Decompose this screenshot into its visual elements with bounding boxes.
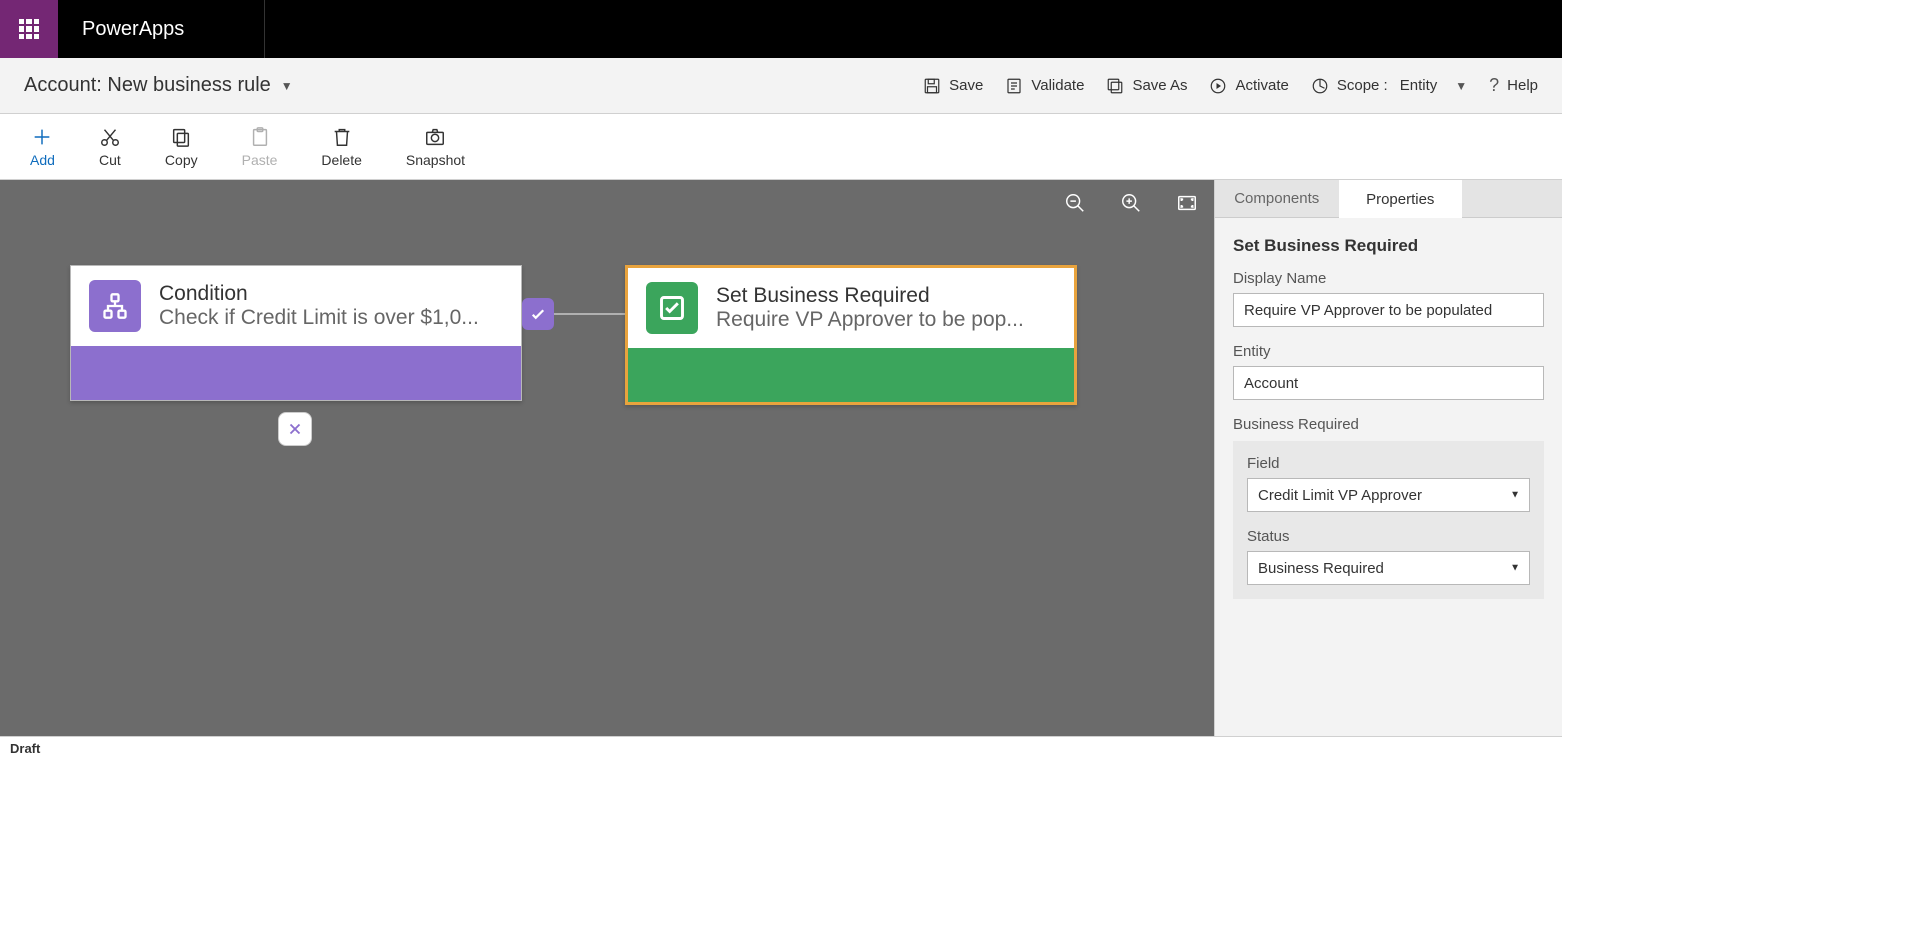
validate-button[interactable]: Validate xyxy=(1005,77,1084,95)
connector-line xyxy=(554,313,625,315)
subheader: Account: New business rule ▼ Save Valida… xyxy=(0,58,1562,114)
action-title: Set Business Required xyxy=(716,284,1024,308)
brand-label: PowerApps xyxy=(58,18,184,41)
cut-label: Cut xyxy=(99,152,121,168)
tab-components[interactable]: Components xyxy=(1215,180,1339,218)
save-as-button[interactable]: Save As xyxy=(1106,77,1187,95)
entity-input xyxy=(1233,366,1544,400)
side-tabs: Components Properties xyxy=(1215,180,1562,218)
scope-icon xyxy=(1311,77,1329,95)
condition-false-port[interactable] xyxy=(278,412,312,446)
condition-icon xyxy=(89,280,141,332)
condition-footer-bar xyxy=(71,346,521,400)
zoom-out-icon[interactable] xyxy=(1064,192,1086,214)
add-label: Add xyxy=(30,152,55,168)
properties-panel: Set Business Required Display Name Entit… xyxy=(1215,218,1562,736)
status-label: Status xyxy=(1247,528,1530,545)
condition-node[interactable]: Condition Check if Credit Limit is over … xyxy=(70,265,522,401)
design-canvas[interactable]: Condition Check if Credit Limit is over … xyxy=(0,180,1214,736)
action-node-selected[interactable]: Set Business Required Require VP Approve… xyxy=(625,265,1077,405)
status-bar: Draft xyxy=(0,736,1562,760)
canvas-toolbar xyxy=(1064,192,1198,214)
global-topbar: PowerApps xyxy=(0,0,1562,58)
condition-title: Condition xyxy=(159,282,479,306)
camera-icon xyxy=(424,126,446,148)
add-button[interactable]: Add xyxy=(30,126,55,168)
help-button[interactable]: ? Help xyxy=(1489,75,1538,96)
validate-label: Validate xyxy=(1031,77,1084,94)
scope-label: Scope : xyxy=(1337,77,1388,94)
scope-value: Entity xyxy=(1400,77,1438,94)
zoom-in-icon[interactable] xyxy=(1120,192,1142,214)
business-required-section-label: Business Required xyxy=(1233,416,1544,433)
trash-icon xyxy=(331,126,353,148)
tab-properties[interactable]: Properties xyxy=(1339,180,1463,218)
paste-label: Paste xyxy=(242,152,278,168)
copy-icon xyxy=(170,126,192,148)
help-icon: ? xyxy=(1489,75,1499,96)
fit-to-screen-icon[interactable] xyxy=(1176,192,1198,214)
snapshot-button[interactable]: Snapshot xyxy=(406,126,465,168)
status-text: Draft xyxy=(10,741,40,756)
delete-label: Delete xyxy=(321,152,361,168)
save-icon xyxy=(923,77,941,95)
chevron-down-icon: ▼ xyxy=(1455,79,1467,93)
cut-button[interactable]: Cut xyxy=(99,126,121,168)
side-panel: Components Properties Set Business Requi… xyxy=(1214,180,1562,736)
status-select[interactable] xyxy=(1247,551,1530,585)
paste-button[interactable]: Paste xyxy=(242,126,278,168)
action-footer-bar xyxy=(628,348,1074,402)
workspace: Condition Check if Credit Limit is over … xyxy=(0,180,1562,736)
validate-icon xyxy=(1005,77,1023,95)
display-name-input[interactable] xyxy=(1233,293,1544,327)
app-launcher-button[interactable] xyxy=(0,0,58,58)
field-label: Field xyxy=(1247,455,1530,472)
delete-button[interactable]: Delete xyxy=(321,126,361,168)
snapshot-label: Snapshot xyxy=(406,152,465,168)
copy-label: Copy xyxy=(165,152,198,168)
plus-icon xyxy=(31,126,53,148)
waffle-icon xyxy=(19,19,39,39)
scope-control[interactable]: Scope : Entity ▼ xyxy=(1311,77,1467,95)
save-as-icon xyxy=(1106,77,1124,95)
display-name-label: Display Name xyxy=(1233,270,1544,287)
entity-label: Entity xyxy=(1233,343,1544,360)
clipboard-icon xyxy=(249,126,271,148)
activate-icon xyxy=(1209,77,1227,95)
save-as-label: Save As xyxy=(1132,77,1187,94)
panel-heading: Set Business Required xyxy=(1233,236,1544,256)
tab-spacer xyxy=(1462,180,1562,218)
help-label: Help xyxy=(1507,77,1538,94)
save-label: Save xyxy=(949,77,983,94)
action-icon xyxy=(646,282,698,334)
action-subtitle: Require VP Approver to be pop... xyxy=(716,308,1024,332)
scissors-icon xyxy=(99,126,121,148)
chevron-down-icon[interactable]: ▼ xyxy=(281,79,293,93)
copy-button[interactable]: Copy xyxy=(165,126,198,168)
condition-subtitle: Check if Credit Limit is over $1,0... xyxy=(159,306,479,330)
check-icon xyxy=(529,305,547,323)
rule-title[interactable]: Account: New business rule xyxy=(24,74,271,97)
x-icon xyxy=(286,420,304,438)
activate-button[interactable]: Activate xyxy=(1209,77,1288,95)
topbar-separator xyxy=(264,0,265,58)
condition-true-port[interactable] xyxy=(522,298,554,330)
business-required-section: Field ▼ Status ▼ xyxy=(1233,441,1544,599)
save-button[interactable]: Save xyxy=(923,77,983,95)
activate-label: Activate xyxy=(1235,77,1288,94)
field-select[interactable] xyxy=(1247,478,1530,512)
command-toolbar: Add Cut Copy Paste Delete Snapshot xyxy=(0,114,1562,180)
